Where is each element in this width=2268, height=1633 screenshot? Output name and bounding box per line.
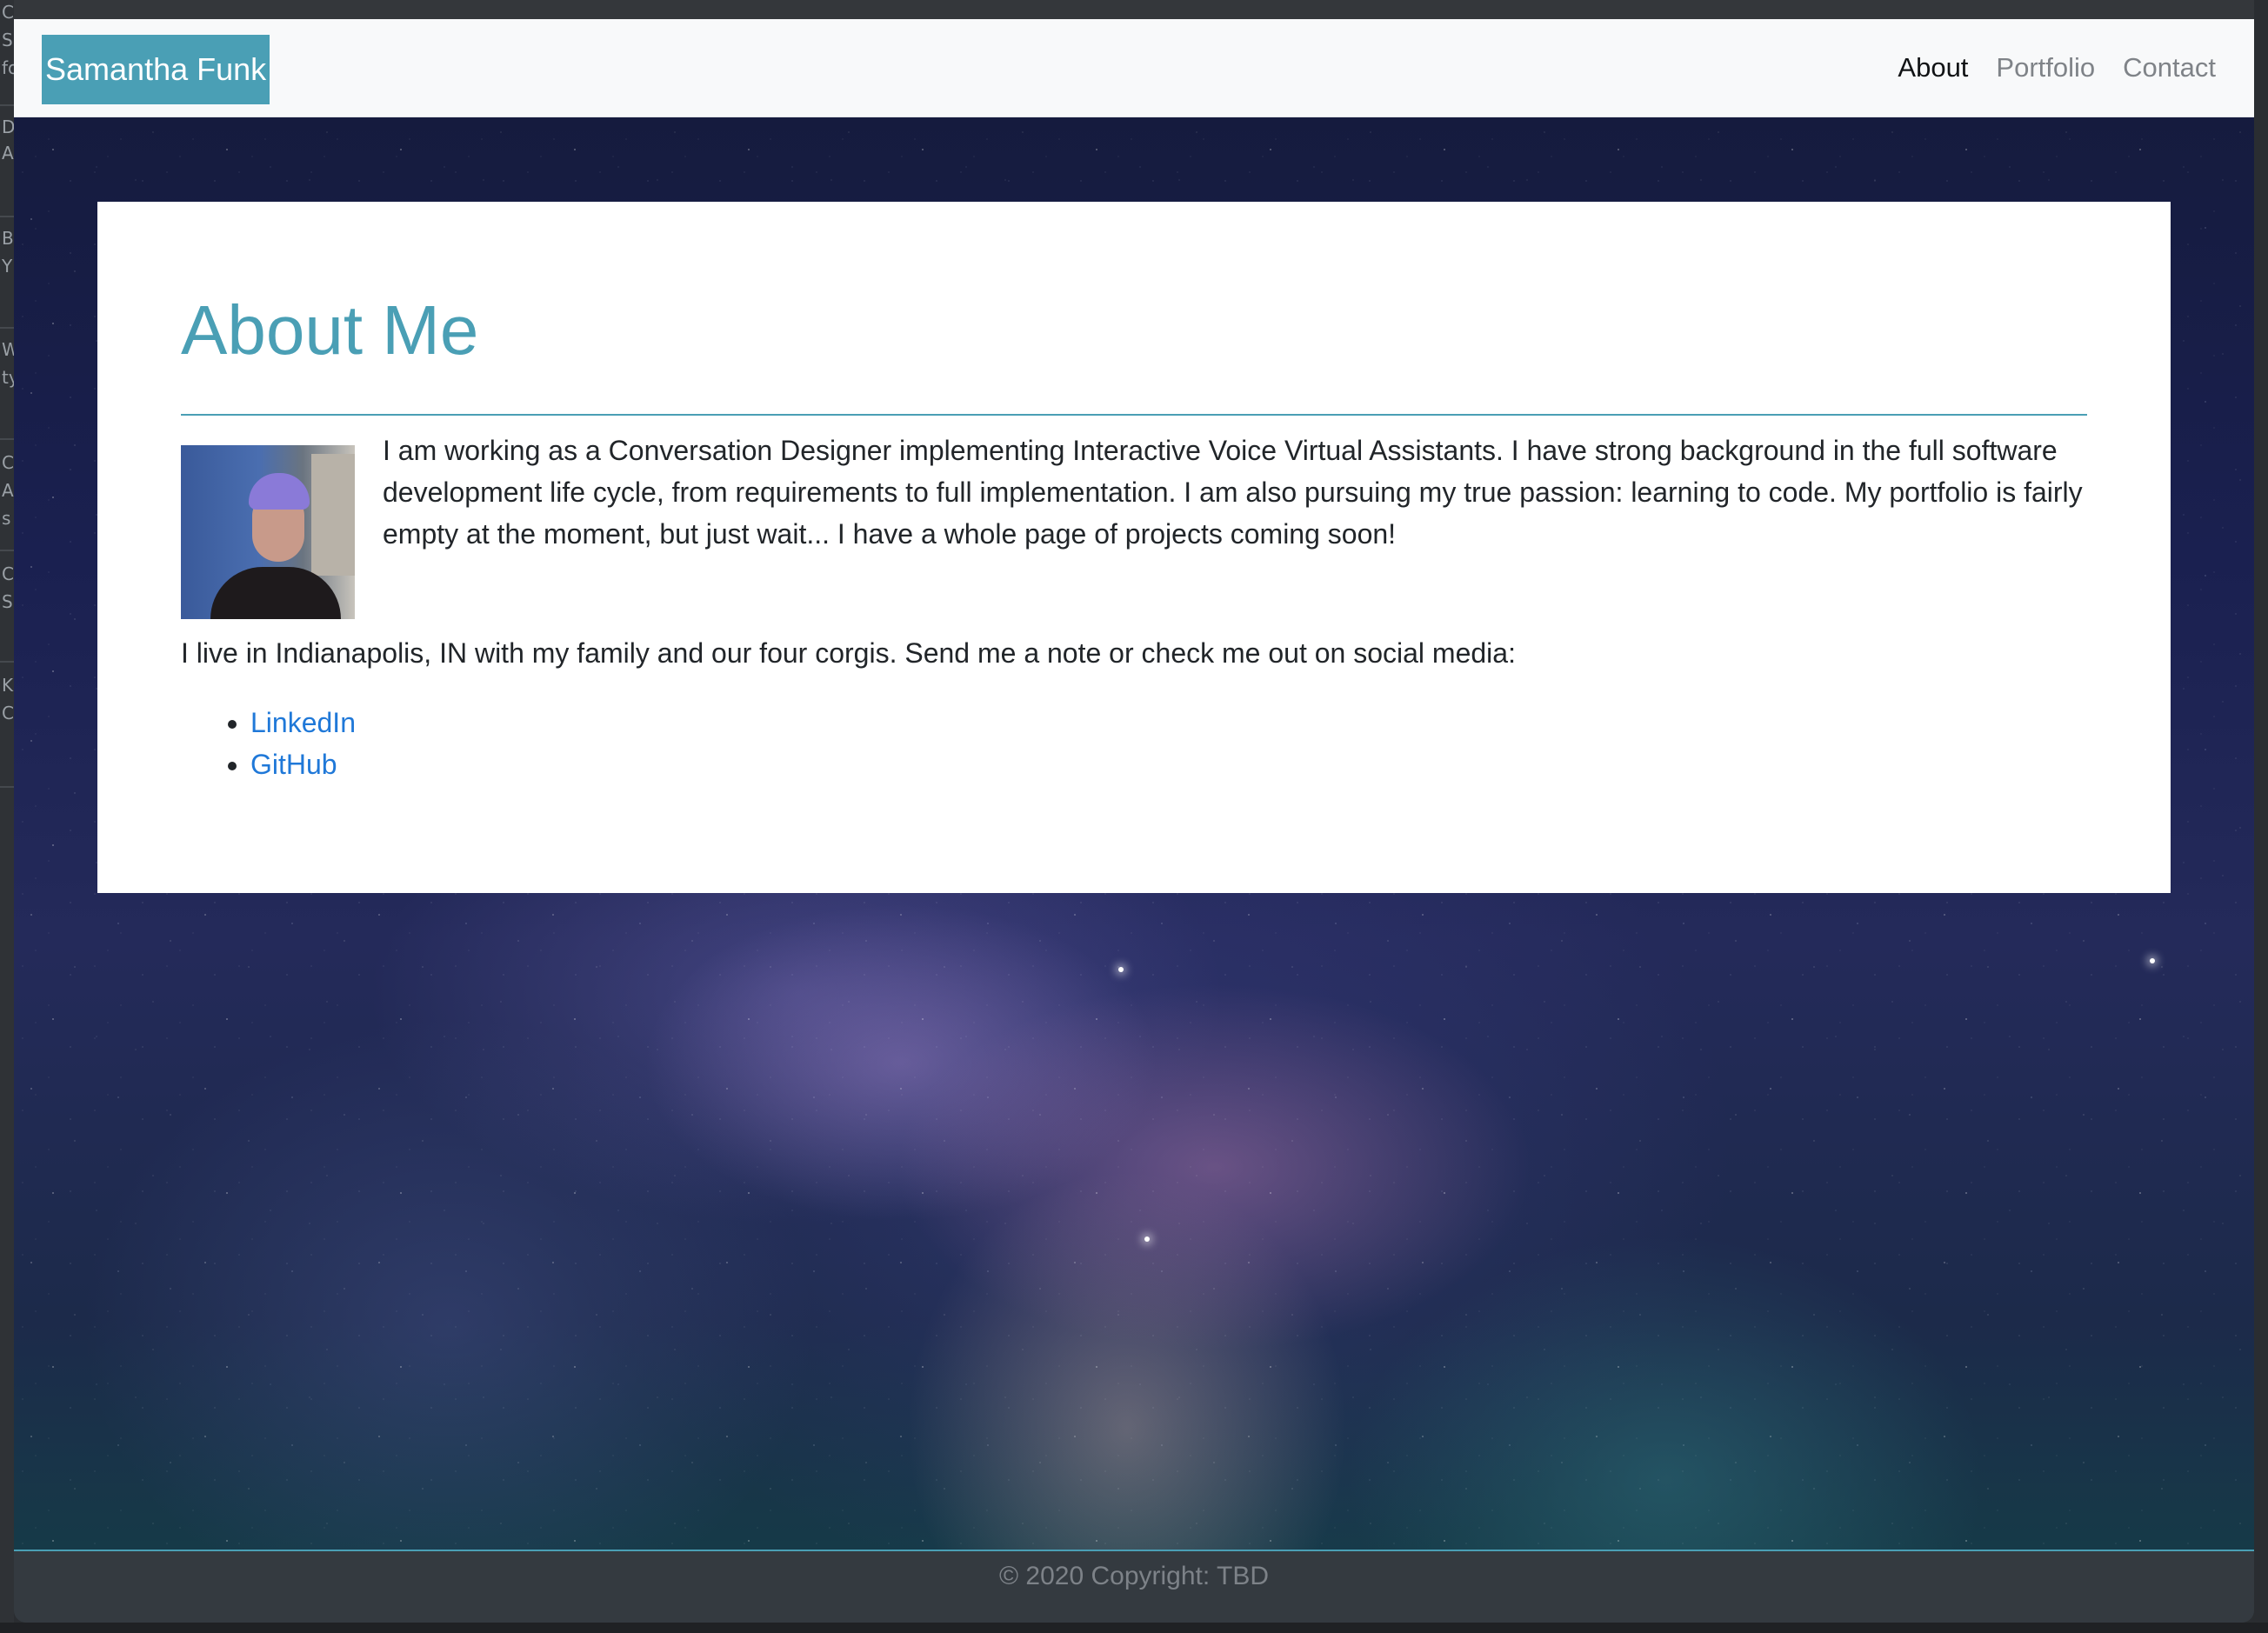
sliver-text: A xyxy=(2,143,14,163)
location-paragraph: I live in Indianapolis, IN with my famil… xyxy=(181,637,1516,669)
divider xyxy=(0,661,14,663)
nav-link-contact[interactable]: Contact xyxy=(2123,52,2216,83)
bio-paragraph: I am working as a Conversation Designer … xyxy=(383,435,2083,550)
nav-links: About Portfolio Contact xyxy=(1898,19,2216,117)
background-app-sliver: C S fo D A B Y W ty C A s C S K C xyxy=(0,0,14,1633)
divider xyxy=(0,104,14,106)
divider xyxy=(0,216,14,217)
copyright-text: © 2020 Copyright: TBD xyxy=(998,1562,1270,1590)
nav-link-about[interactable]: About xyxy=(1898,52,1968,83)
background-bottom-edge xyxy=(0,1623,2268,1633)
page-viewport[interactable]: Samantha Funk About Portfolio Contact Ab… xyxy=(14,19,2254,1550)
sliver-text: S xyxy=(2,30,13,50)
browser-window: Samantha Funk About Portfolio Contact Ab… xyxy=(14,0,2254,1623)
profile-photo xyxy=(181,445,355,619)
sliver-text: C xyxy=(2,563,14,584)
brand-logo-link[interactable]: Samantha Funk xyxy=(42,35,270,104)
sliver-text: C xyxy=(2,452,14,473)
sliver-text: C xyxy=(2,703,14,723)
sliver-text: B xyxy=(2,228,14,249)
github-link[interactable]: GitHub xyxy=(250,749,337,780)
list-item: LinkedIn xyxy=(250,702,356,743)
top-navbar: Samantha Funk About Portfolio Contact xyxy=(14,19,2254,117)
social-links-list: LinkedIn GitHub xyxy=(181,702,356,785)
divider xyxy=(0,786,14,788)
sliver-text: fo xyxy=(2,57,14,78)
sliver-text: Y xyxy=(2,256,13,277)
window-top-bar xyxy=(14,0,2254,19)
linkedin-link[interactable]: LinkedIn xyxy=(250,707,356,738)
sliver-text: A xyxy=(2,480,14,501)
divider xyxy=(0,327,14,329)
sliver-text: S xyxy=(2,591,13,612)
page-footer: © 2020 Copyright: TBD xyxy=(14,1550,2254,1623)
about-card: About Me I am working as a Conversation … xyxy=(97,202,2171,893)
divider xyxy=(0,550,14,551)
bright-star xyxy=(1118,967,1124,972)
background-right-edge xyxy=(2254,0,2268,1633)
nav-link-portfolio[interactable]: Portfolio xyxy=(1996,52,2095,83)
bright-star xyxy=(1144,1236,1150,1242)
heading-divider xyxy=(181,414,2087,416)
sliver-text: C xyxy=(2,2,14,23)
divider xyxy=(0,438,14,440)
sliver-text: D xyxy=(2,117,14,137)
sliver-text: s xyxy=(2,508,11,529)
list-item: GitHub xyxy=(250,743,356,785)
sliver-text: W xyxy=(2,339,14,360)
page-title: About Me xyxy=(181,291,479,369)
sliver-text: ty xyxy=(2,367,14,388)
sliver-text: K xyxy=(2,675,14,696)
bright-star xyxy=(2150,958,2155,963)
